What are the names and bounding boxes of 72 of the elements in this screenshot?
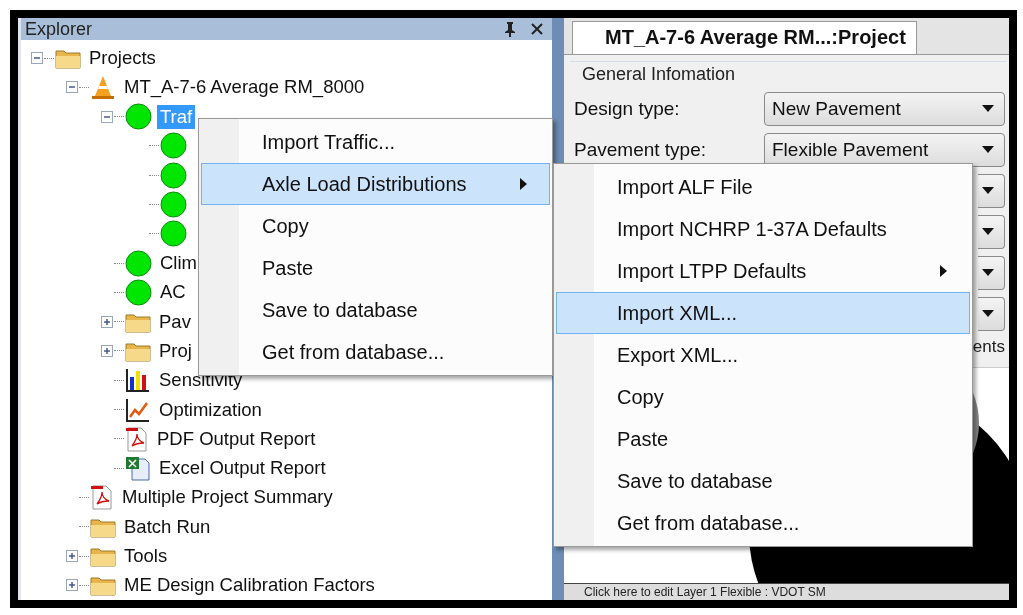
menu-item[interactable]: Copy (201, 205, 550, 247)
tree-item[interactable]: Projects (86, 46, 159, 70)
folder-icon (90, 574, 116, 597)
dropdown[interactable] (978, 296, 1005, 331)
dropdown-arrow-icon (982, 187, 994, 194)
group-title: General Infomation (582, 64, 737, 85)
tree-item[interactable]: Optimization (156, 397, 265, 422)
menu-item[interactable]: Save to database (556, 460, 970, 502)
dropdown[interactable] (978, 214, 1005, 249)
status-dot-icon (160, 161, 187, 189)
dropdown[interactable] (978, 255, 1005, 290)
expand-toggle[interactable] (101, 344, 113, 357)
expand-toggle[interactable] (101, 315, 113, 328)
panel-title: Explorer (25, 18, 94, 40)
collapse-toggle[interactable] (31, 52, 43, 64)
dropdown[interactable]: Flexible Pavement (764, 132, 1005, 167)
status-dot-icon (125, 103, 152, 131)
menu-item[interactable]: Axle Load Distributions (201, 163, 550, 205)
spreadsheet-file-icon (125, 455, 151, 482)
line-chart-icon (125, 396, 151, 423)
expand-toggle[interactable] (66, 579, 78, 592)
menu-item[interactable]: Copy (556, 376, 970, 418)
menu-item[interactable]: Get from database... (556, 502, 970, 544)
field-label: ents (972, 337, 1005, 357)
tree-item[interactable]: PDF Output Report (154, 426, 319, 451)
field-label: Pavement type: (574, 138, 708, 161)
tree-item[interactable]: AC (157, 280, 189, 305)
menu-item[interactable]: Import XML... (556, 292, 970, 334)
menu-item[interactable]: Export XML... (556, 334, 970, 376)
menu-item[interactable]: Paste (201, 247, 550, 289)
folder-icon (55, 47, 81, 69)
tree-item[interactable]: Batch Run (121, 514, 214, 539)
menu-item[interactable]: Import NCHRP 1-37A Defaults (556, 208, 970, 250)
pdf-file-icon (90, 484, 114, 511)
status-dot-icon (160, 220, 187, 248)
pdf-file-icon (125, 425, 149, 452)
status-dot-icon (160, 132, 187, 160)
expand-toggle[interactable] (66, 550, 78, 563)
menu-item[interactable]: Import Traffic... (201, 121, 550, 163)
status-dot-icon (125, 249, 152, 277)
document-tab[interactable]: MT_A-7-6 Average RM...:Project (572, 21, 917, 54)
close-icon[interactable] (530, 22, 544, 37)
dropdown-arrow-icon (982, 310, 994, 317)
menu-item[interactable]: Save to database (201, 289, 550, 331)
dropdown-arrow-icon (982, 146, 994, 153)
tree-item[interactable]: ME Design Calibration Factors (121, 573, 378, 598)
dropdown[interactable] (978, 173, 1005, 208)
dropdown-arrow-icon (982, 228, 994, 235)
traffic-cone-icon (90, 74, 116, 101)
collapse-toggle[interactable] (66, 81, 78, 94)
collapse-toggle[interactable] (101, 110, 113, 123)
tree-item[interactable]: Tools (121, 544, 171, 569)
status-bar[interactable]: Click here to edit Layer 1 Flexible : VDOT SM (564, 583, 1009, 600)
tree-item[interactable]: Pav (156, 309, 194, 334)
dropdown-arrow-icon (982, 269, 994, 276)
dropdown[interactable]: New Pavement (764, 91, 1005, 126)
tree-item[interactable]: Proj (156, 338, 195, 363)
dropdown-arrow-icon (982, 105, 994, 112)
bar-chart-icon (125, 367, 151, 394)
pin-icon[interactable] (504, 21, 516, 38)
tree-item[interactable]: Clim (157, 251, 200, 276)
menu-item[interactable]: Import LTPP Defaults (556, 250, 970, 292)
status-dot-icon (160, 191, 187, 218)
tree-item[interactable]: MT_A-7-6 Average RM_8000 (121, 75, 368, 100)
menu-item[interactable]: Get from database... (201, 331, 550, 373)
tree-item[interactable]: Excel Output Report (156, 456, 329, 481)
menu-item[interactable]: Import ALF File (556, 166, 970, 208)
folder-icon (90, 545, 116, 568)
field-label: Design type: (574, 97, 681, 120)
status-dot-icon (125, 278, 152, 306)
tree-item[interactable]: Multiple Project Summary (119, 485, 336, 510)
menu-item[interactable]: Paste (556, 418, 970, 460)
